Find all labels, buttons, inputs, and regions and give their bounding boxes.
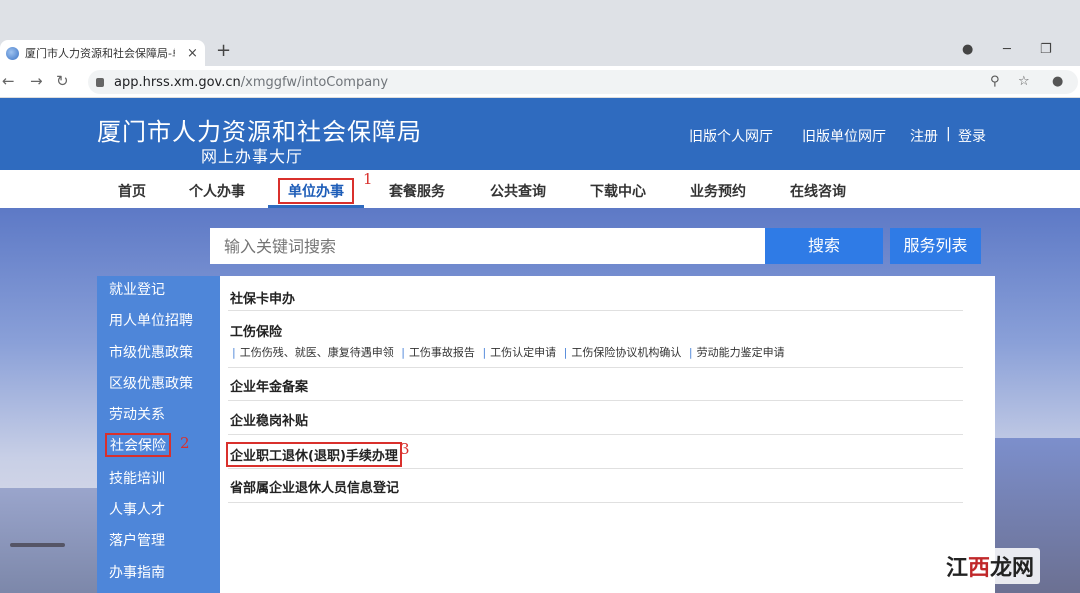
side-item-social-insurance[interactable]: 社会保险 — [105, 433, 171, 457]
divider — [228, 434, 963, 435]
browser-tab[interactable]: 厦门市人力资源和社会保障局-单 × — [0, 40, 205, 66]
sublink-ability-appraisal[interactable]: 劳动能力鉴定申请 — [697, 346, 785, 359]
side-item-guide[interactable]: 办事指南 — [109, 562, 165, 582]
content-panel: 社保卡申办 工伤保险 | 工伤伤残、就医、康复待遇申领 | 工伤事故报告 | 工伤认定… — [220, 276, 995, 593]
link-old-company[interactable]: 旧版单位网厅 — [802, 126, 886, 146]
zoom-icon[interactable]: ⚲ — [990, 74, 1000, 89]
divider — [228, 310, 963, 311]
close-tab-icon[interactable]: × — [187, 46, 198, 61]
step-marker-1: 1 — [363, 170, 373, 188]
sublink-accident-report[interactable]: 工伤事故报告 — [409, 346, 475, 359]
divider — [228, 502, 963, 503]
browser-tabbar: 厦门市人力资源和社会保障局-单 × + ● ─ ❐ — [0, 0, 1080, 66]
site-title: 厦门市人力资源和社会保障局 — [97, 118, 422, 146]
side-item-recruit[interactable]: 用人单位招聘 — [109, 310, 193, 330]
side-item-city-policy[interactable]: 市级优惠政策 — [109, 342, 193, 362]
watermark-logo: 江西龙网 — [940, 548, 1041, 584]
side-item-labor[interactable]: 劳动关系 — [109, 404, 165, 424]
landscape-left — [0, 488, 100, 593]
nav-company[interactable]: 单位办事 — [278, 178, 354, 204]
lock-icon — [96, 77, 104, 87]
side-item-household[interactable]: 落户管理 — [109, 530, 165, 550]
side-item-talent[interactable]: 人事人才 — [109, 499, 165, 519]
reload-icon[interactable]: ↻ — [56, 72, 69, 90]
site-subtitle: 网上办事大厅 — [201, 147, 304, 166]
url-path: /xmggfw/intoCompany — [240, 74, 389, 90]
nav-personal[interactable]: 个人办事 — [189, 181, 245, 201]
injury-sublinks: | 工伤伤残、就医、康复待遇申领 | 工伤事故报告 | 工伤认定申请 | 工伤保险协议机… — [232, 346, 785, 359]
nav-consult[interactable]: 在线咨询 — [790, 181, 846, 201]
profile-icon[interactable]: ● — [1052, 74, 1063, 89]
nav-package[interactable]: 套餐服务 — [389, 181, 445, 201]
restore-icon[interactable]: ❐ — [1040, 42, 1052, 57]
site-header: 厦门市人力资源和社会保障局 网上办事大厅 旧版个人网厅 旧版单位网厅 注册 | … — [0, 98, 1080, 170]
step-marker-3: 3 — [400, 440, 410, 458]
sublink-injury-benefit[interactable]: 工伤伤残、就医、康复待遇申领 — [240, 346, 394, 359]
minimize-icon[interactable]: ─ — [1003, 42, 1011, 57]
main-nav: 首页 个人办事 单位办事 套餐服务 公共查询 下载中心 业务预约 在线咨询 — [0, 170, 1080, 208]
nav-appointment[interactable]: 业务预约 — [690, 181, 746, 201]
divider — [228, 400, 963, 401]
divider — [228, 468, 963, 469]
side-item-employment[interactable]: 就业登记 — [109, 279, 165, 299]
new-tab-button[interactable]: + — [216, 40, 231, 62]
favicon-icon — [6, 46, 19, 60]
browser-toolbar: ← → ↻ app.hrss.xm.gov.cn /xmggfw/intoCom… — [0, 66, 1080, 98]
boat-shape — [10, 543, 65, 547]
star-icon[interactable]: ☆ — [1018, 74, 1030, 89]
forward-icon[interactable]: → — [30, 72, 43, 90]
extension-icon[interactable]: ● — [962, 42, 973, 57]
address-bar[interactable]: app.hrss.xm.gov.cn /xmggfw/intoCompany — [88, 70, 1078, 94]
search-button[interactable]: 搜索 — [765, 228, 883, 264]
item-retirement[interactable]: 企业职工退休(退职)手续办理 — [226, 442, 402, 467]
service-list-button[interactable]: 服务列表 — [890, 228, 981, 264]
nav-public-query[interactable]: 公共查询 — [490, 181, 546, 201]
nav-home[interactable]: 首页 — [118, 181, 146, 201]
link-login[interactable]: 登录 — [958, 126, 986, 146]
back-icon[interactable]: ← — [2, 72, 15, 90]
divider — [228, 367, 963, 368]
step-marker-2: 2 — [180, 434, 190, 452]
link-register[interactable]: 注册 — [910, 126, 938, 146]
item-annuity[interactable]: 企业年金备案 — [230, 376, 308, 395]
sublink-injury-identify[interactable]: 工伤认定申请 — [490, 346, 556, 359]
url-host: app.hrss.xm.gov.cn — [114, 74, 241, 90]
search-input[interactable] — [210, 228, 765, 264]
link-old-personal[interactable]: 旧版个人网厅 — [689, 126, 773, 146]
side-menu: 就业登记 用人单位招聘 市级优惠政策 区级优惠政策 劳动关系 社会保险 技能培训… — [97, 276, 220, 593]
side-item-training[interactable]: 技能培训 — [109, 468, 165, 488]
sublink-agency-confirm[interactable]: 工伤保险协议机构确认 — [571, 346, 681, 359]
link-divider: | — [946, 126, 951, 142]
item-job-subsidy[interactable]: 企业稳岗补贴 — [230, 410, 308, 429]
item-retiree-registration[interactable]: 省部属企业退休人员信息登记 — [230, 477, 399, 496]
tab-title: 厦门市人力资源和社会保障局-单 — [25, 47, 175, 60]
item-injury-insurance: 工伤保险 — [230, 325, 283, 340]
item-social-card[interactable]: 社保卡申办 — [230, 288, 295, 307]
side-item-district-policy[interactable]: 区级优惠政策 — [109, 373, 193, 393]
nav-download[interactable]: 下载中心 — [590, 181, 646, 201]
